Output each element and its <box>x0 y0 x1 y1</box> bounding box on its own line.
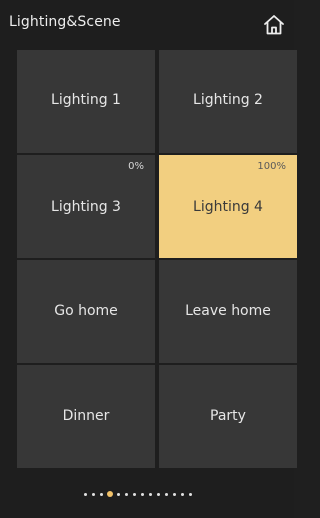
scene-leave-home[interactable]: Leave home <box>159 260 297 363</box>
page-dot[interactable] <box>117 492 120 496</box>
page-dot[interactable] <box>157 492 160 496</box>
tile-grid: Lighting 1 Lighting 2 0% Lighting 3 100%… <box>17 50 297 470</box>
footer <box>0 470 294 518</box>
brightness-percent: 0% <box>128 161 144 172</box>
tile-label: Party <box>210 408 246 424</box>
page-dot[interactable] <box>173 492 176 496</box>
page-dot[interactable] <box>125 492 128 496</box>
page-dot[interactable] <box>100 492 103 496</box>
tile-label: Go home <box>54 303 118 319</box>
tile-lighting-2[interactable]: Lighting 2 <box>159 50 297 153</box>
page-dot-current[interactable] <box>107 491 113 497</box>
screen: Lighting&Scene Lighting 1 Lighting 2 0% … <box>0 0 297 518</box>
page-dot[interactable] <box>149 492 152 496</box>
tile-lighting-3[interactable]: 0% Lighting 3 <box>17 155 155 258</box>
page-dot[interactable] <box>92 492 95 496</box>
brightness-percent: 100% <box>257 161 286 172</box>
page-dot[interactable] <box>189 492 192 496</box>
page-dot[interactable] <box>84 492 87 496</box>
tile-label: Lighting 4 <box>193 199 263 215</box>
page-dot[interactable] <box>133 492 136 496</box>
header: Lighting&Scene <box>0 0 294 48</box>
page-dot[interactable] <box>141 492 144 496</box>
scene-party[interactable]: Party <box>159 365 297 468</box>
tile-label: Leave home <box>185 303 271 319</box>
tile-label: Lighting 2 <box>193 92 263 108</box>
page-indicator <box>84 490 197 498</box>
home-icon <box>262 13 286 37</box>
scene-dinner[interactable]: Dinner <box>17 365 155 468</box>
page-dot[interactable] <box>181 492 184 496</box>
page-dot[interactable] <box>165 492 168 496</box>
home-button[interactable] <box>262 13 286 37</box>
page-title: Lighting&Scene <box>9 14 121 30</box>
tile-lighting-1[interactable]: Lighting 1 <box>17 50 155 153</box>
scene-go-home[interactable]: Go home <box>17 260 155 363</box>
tile-lighting-4[interactable]: 100% Lighting 4 <box>159 155 297 258</box>
tile-label: Lighting 1 <box>51 92 121 108</box>
tile-label: Lighting 3 <box>51 199 121 215</box>
tile-label: Dinner <box>62 408 110 424</box>
